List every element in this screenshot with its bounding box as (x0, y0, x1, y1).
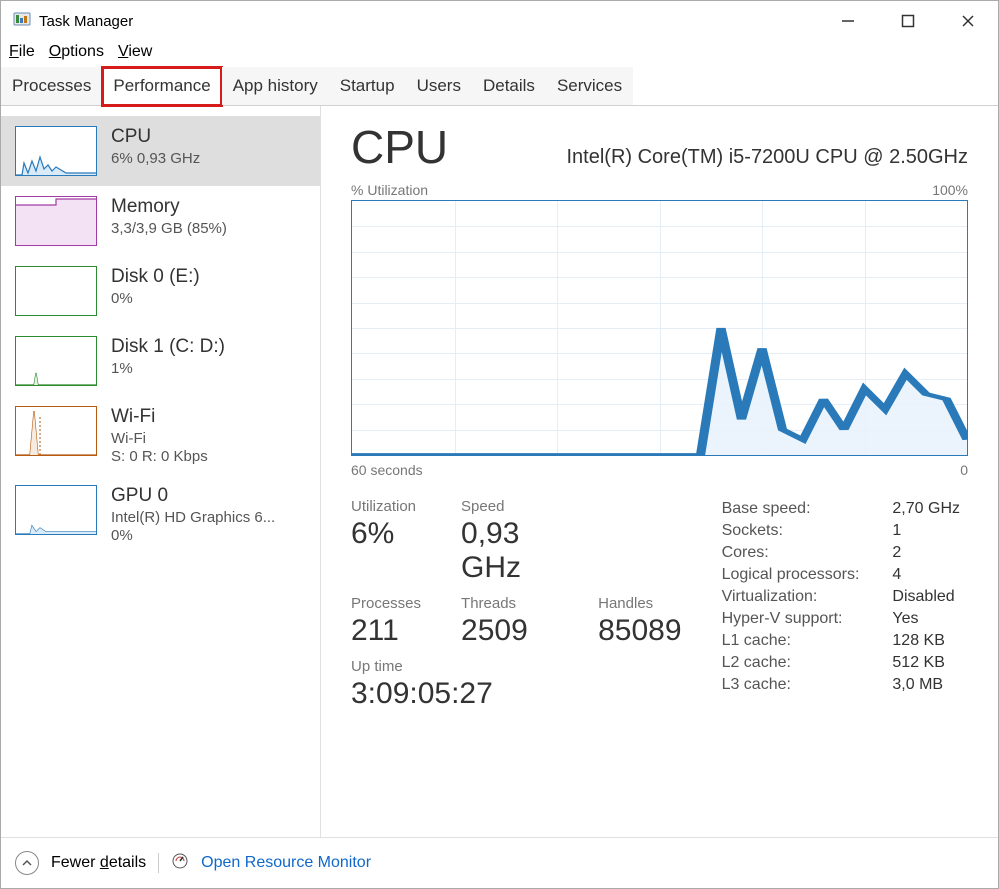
sidebar-item-subtitle: 3,3/3,9 GB (85%) (111, 220, 227, 237)
sidebar-item-subtitle: 1% (111, 360, 225, 377)
menu-view[interactable]: View (118, 43, 152, 61)
mem-thumbnail (15, 196, 97, 246)
cpu-utilization-chart (351, 200, 968, 456)
sidebar-item-subtitle: 0% (111, 290, 200, 307)
sidebar-item-subtitle2: 0% (111, 527, 275, 544)
gpu-thumbnail (15, 485, 97, 535)
sidebar-item-subtitle: Wi-Fi (111, 430, 208, 447)
sidebar-item-disk-1-c-d-[interactable]: Disk 1 (C: D:) 1% (1, 326, 320, 396)
sidebar-item-disk-0-e-[interactable]: Disk 0 (E:) 0% (1, 256, 320, 326)
tab-performance[interactable]: Performance (102, 67, 221, 106)
tab-users[interactable]: Users (406, 67, 472, 105)
sidebar-item-title: Disk 1 (C: D:) (111, 336, 225, 358)
stat-processes: Processes211 (351, 595, 421, 648)
spec-row: Sockets:1 (722, 520, 968, 542)
maximize-button[interactable] (878, 1, 938, 41)
stat-threads: Threads2509 (461, 595, 558, 648)
cpu-thumbnail (15, 126, 97, 176)
stat-uptime: Up time3:09:05:27 (351, 658, 682, 711)
sidebar-item-wi-fi[interactable]: Wi-FiWi-FiS: 0 R: 0 Kbps (1, 396, 320, 475)
sidebar-item-subtitle: Intel(R) HD Graphics 6... (111, 509, 275, 526)
sidebar-item-title: Memory (111, 196, 227, 218)
sidebar-item-subtitle: 6% 0,93 GHz (111, 150, 200, 167)
spec-row: Virtualization:Disabled (722, 586, 968, 608)
sidebar: CPU 6% 0,93 GHz Memory 3,3/3,9 GB (85%) Disk… (1, 106, 321, 837)
resource-monitor-icon (171, 852, 189, 875)
chevron-up-icon[interactable] (15, 851, 39, 875)
spec-row: Logical processors:4 (722, 564, 968, 586)
spec-row: Base speed:2,70 GHz (722, 498, 968, 520)
title-bar: Task Manager (1, 1, 998, 41)
app-icon (13, 12, 31, 30)
sidebar-item-title: Wi-Fi (111, 406, 208, 428)
cpu-spec-table: Base speed:2,70 GHzSockets:1Cores:2Logic… (722, 498, 968, 711)
tabs: ProcessesPerformanceApp historyStartupUs… (1, 67, 998, 106)
menu-options[interactable]: Options (49, 43, 104, 61)
main-subtitle: Intel(R) Core(TM) i5-7200U CPU @ 2.50GHz (566, 146, 968, 169)
spec-row: Hyper-V support:Yes (722, 608, 968, 630)
open-resource-monitor-link[interactable]: Open Resource Monitor (201, 854, 371, 872)
sidebar-item-cpu[interactable]: CPU 6% 0,93 GHz (1, 116, 320, 186)
sidebar-item-title: CPU (111, 126, 200, 148)
wifi-thumbnail (15, 406, 97, 456)
stat-speed: Speed0,93 GHz (461, 498, 558, 585)
menu-file[interactable]: File (9, 43, 35, 61)
minimize-button[interactable] (818, 1, 878, 41)
main-title: CPU (351, 120, 448, 174)
sidebar-item-title: Disk 0 (E:) (111, 266, 200, 288)
tab-details[interactable]: Details (472, 67, 546, 105)
sidebar-item-title: GPU 0 (111, 485, 275, 507)
chart-top-left-label: % Utilization (351, 182, 428, 198)
tab-startup[interactable]: Startup (329, 67, 406, 105)
menu-bar: File Options View (1, 41, 998, 67)
chart-top-right-label: 100% (932, 182, 968, 198)
spec-row: L1 cache:128 KB (722, 630, 968, 652)
stat-utilization: Utilization6% (351, 498, 421, 585)
footer: Fewer details Open Resource Monitor (1, 837, 998, 888)
spec-row: L2 cache:512 KB (722, 652, 968, 674)
close-button[interactable] (938, 1, 998, 41)
task-manager-window: Task Manager File Options View ProcessesPe… (0, 0, 999, 889)
fewer-details-link[interactable]: Fewer details (51, 854, 146, 872)
tab-processes[interactable]: Processes (1, 67, 102, 105)
spec-row: Cores:2 (722, 542, 968, 564)
sidebar-item-gpu-0[interactable]: GPU 0 Intel(R) HD Graphics 6...0% (1, 475, 320, 554)
chart-bottom-right-label: 0 (960, 462, 968, 478)
spec-row: L3 cache:3,0 MB (722, 674, 968, 696)
sidebar-item-memory[interactable]: Memory 3,3/3,9 GB (85%) (1, 186, 320, 256)
tab-app-history[interactable]: App history (222, 67, 329, 105)
disk0-thumbnail (15, 266, 97, 316)
sidebar-item-subtitle2: S: 0 R: 0 Kbps (111, 448, 208, 465)
window-title: Task Manager (39, 13, 133, 30)
disk1-thumbnail (15, 336, 97, 386)
tab-services[interactable]: Services (546, 67, 633, 105)
main-panel: CPU Intel(R) Core(TM) i5-7200U CPU @ 2.5… (321, 106, 998, 837)
divider-icon (158, 853, 159, 873)
stat-handles: Handles85089 (598, 595, 681, 648)
chart-bottom-left-label: 60 seconds (351, 462, 423, 478)
